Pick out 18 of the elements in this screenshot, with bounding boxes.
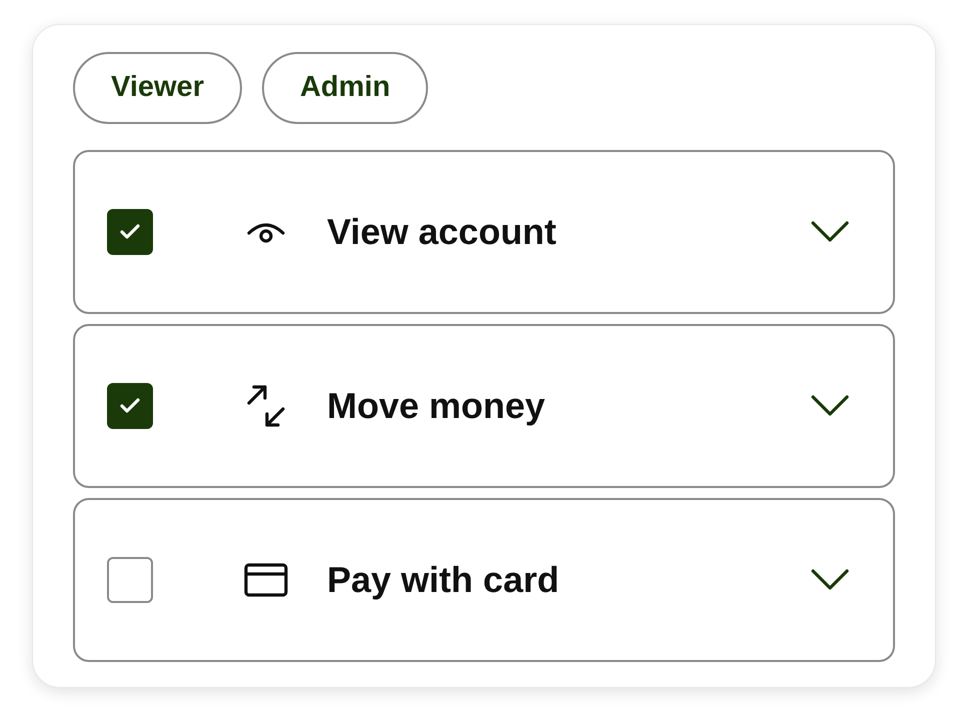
permission-label: Pay with card xyxy=(327,558,560,602)
permission-label: Move money xyxy=(327,384,546,428)
permission-row[interactable]: View account xyxy=(73,150,895,314)
checkbox[interactable] xyxy=(107,557,153,603)
check-icon xyxy=(120,224,140,240)
role-chip[interactable]: Viewer xyxy=(73,52,242,124)
transfer-arrows-icon xyxy=(246,385,286,427)
checkbox[interactable] xyxy=(107,209,153,255)
chevron-down-icon[interactable] xyxy=(811,395,849,417)
chevron-down-icon[interactable] xyxy=(811,569,849,591)
card-icon xyxy=(244,563,288,597)
permission-label: View account xyxy=(327,210,558,254)
permission-row[interactable]: Move money xyxy=(73,324,895,488)
chevron-down-icon[interactable] xyxy=(811,221,849,243)
role-chip[interactable]: Admin xyxy=(262,52,428,124)
permission-row[interactable]: Pay with card xyxy=(73,498,895,662)
checkbox[interactable] xyxy=(107,383,153,429)
check-icon xyxy=(120,398,140,414)
